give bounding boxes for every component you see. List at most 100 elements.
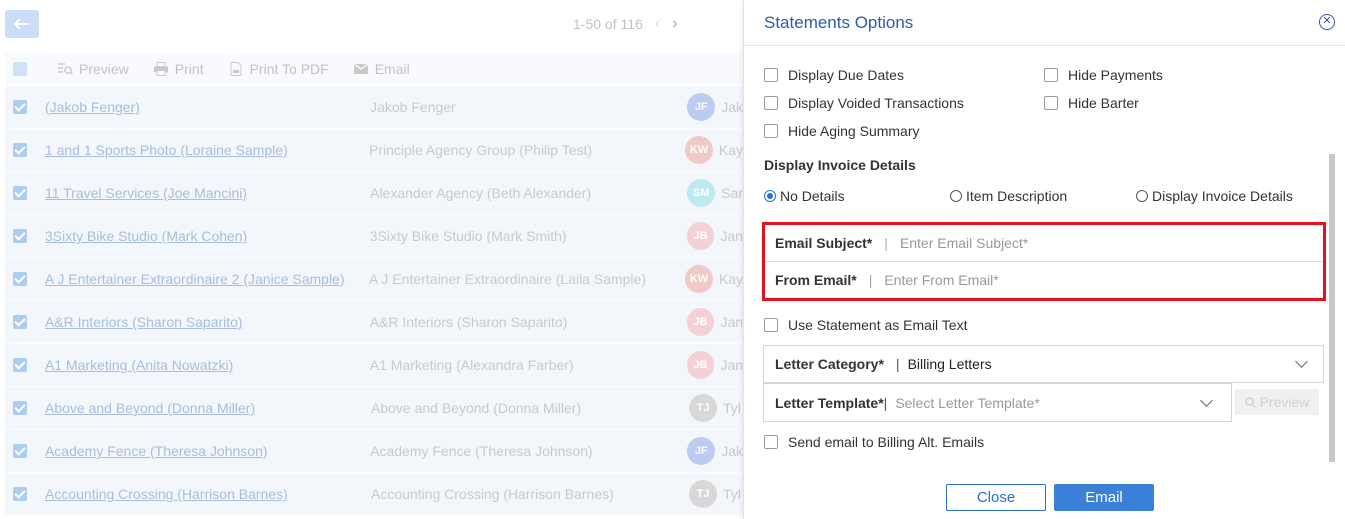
avatar: JF: [687, 93, 716, 121]
hide-barter-option[interactable]: Hide Barter: [1044, 95, 1139, 111]
customer-link[interactable]: Accounting Crossing (Harrison Barnes): [45, 486, 371, 502]
close-icon[interactable]: ✕: [1319, 14, 1335, 30]
rep-name: Sar: [721, 185, 743, 201]
from-email-input[interactable]: Enter From Email*: [884, 272, 998, 288]
hide-payments-checkbox[interactable]: [1044, 68, 1058, 82]
table-row[interactable]: 1 and 1 Sports Photo (Loraine Sample) Pri…: [5, 129, 743, 172]
chevron-down-icon[interactable]: [1200, 394, 1213, 407]
print-pdf-action[interactable]: Print To PDF: [228, 61, 329, 77]
template-preview-button[interactable]: Preview: [1235, 389, 1319, 415]
billing-alt-option[interactable]: Send email to Billing Alt. Emails: [764, 434, 984, 450]
table-row[interactable]: A1 Marketing (Anita Nowatzki) A1 Marketin…: [5, 344, 743, 387]
row-checkbox[interactable]: [13, 229, 27, 243]
field-separator: |: [895, 356, 900, 372]
row-checkbox[interactable]: [13, 315, 27, 329]
preview-action[interactable]: Preview: [57, 61, 129, 77]
rep-name: Jan: [720, 357, 744, 373]
billing-alt-checkbox[interactable]: [764, 435, 778, 449]
use-statement-checkbox[interactable]: [764, 318, 778, 332]
customer-link[interactable]: A&R Interiors (Sharon Saparito): [45, 314, 370, 330]
agency-name: A&R Interiors (Sharon Saparito): [369, 314, 568, 330]
billing-alt-label: Send email to Billing Alt. Emails: [788, 434, 985, 450]
avatar: TJ: [689, 480, 717, 508]
rep-name: Tyl: [723, 400, 741, 416]
row-checkbox[interactable]: [13, 487, 27, 501]
back-button[interactable]: [5, 10, 39, 38]
customer-link[interactable]: (Jakob Fenger): [45, 99, 370, 115]
display-invoice-details-radio-option[interactable]: Display Invoice Details: [1136, 188, 1293, 204]
display-due-dates-option[interactable]: Display Due Dates: [764, 67, 904, 83]
email-action[interactable]: Email: [353, 61, 410, 77]
agency-name: Principle Agency Group (Philip Test): [368, 142, 593, 158]
row-checkbox[interactable]: [13, 143, 27, 157]
table-row[interactable]: (Jakob Fenger) Jakob Fenger JF Jak: [5, 86, 743, 129]
customer-link[interactable]: A J Entertainer Extraordinaire 2 (Janice…: [45, 271, 369, 287]
panel-scrollbar[interactable]: [1329, 154, 1335, 462]
email-subject-field[interactable]: Email Subject* | Enter Email Subject*: [775, 235, 1028, 251]
table-row[interactable]: Accounting Crossing (Harrison Barnes) Acc…: [5, 473, 743, 516]
from-email-field[interactable]: From Email* | Enter From Email*: [775, 272, 999, 288]
agency-name: A1 Marketing (Alexandra Farber): [369, 357, 574, 373]
customer-link[interactable]: Academy Fence (Theresa Johnson): [45, 443, 370, 459]
customer-link[interactable]: A1 Marketing (Anita Nowatzki): [45, 357, 370, 373]
display-invoice-details-label: Display Invoice Details: [1152, 188, 1293, 204]
no-details-radio-option[interactable]: No Details: [764, 188, 845, 204]
item-description-radio[interactable]: [950, 190, 962, 202]
pdf-file-icon: [230, 61, 242, 76]
letter-template-select[interactable]: Letter Template* | Select Letter Templat…: [763, 383, 1232, 422]
app-root: 1-50 of 116 ‹ › Preview Print Print To P…: [0, 0, 1345, 519]
email-button[interactable]: Email: [1054, 484, 1154, 511]
letter-template-placeholder: Select Letter Template*: [895, 394, 1040, 411]
use-statement-label: Use Statement as Email Text: [788, 317, 968, 333]
prev-page-icon[interactable]: ‹: [655, 15, 660, 33]
row-checkbox[interactable]: [13, 100, 27, 114]
select-all-checkbox[interactable]: [13, 61, 27, 76]
avatar: JF: [687, 437, 716, 465]
customer-link[interactable]: 3Sixty Bike Studio (Mark Cohen): [45, 228, 370, 244]
agency-name: Alexander Agency (Beth Alexander): [370, 185, 592, 201]
display-invoice-details-radio[interactable]: [1136, 190, 1148, 202]
field-divider: [765, 261, 1323, 262]
hide-aging-checkbox[interactable]: [764, 124, 778, 138]
table-row[interactable]: A J Entertainer Extraordinaire 2 (Janice…: [5, 258, 743, 301]
row-checkbox[interactable]: [13, 401, 27, 415]
row-checkbox[interactable]: [13, 444, 27, 458]
customer-link[interactable]: 1 and 1 Sports Photo (Loraine Sample): [45, 142, 369, 158]
hide-aging-option[interactable]: Hide Aging Summary: [764, 123, 920, 139]
hide-barter-checkbox[interactable]: [1044, 96, 1058, 110]
avatar: TJ: [689, 394, 717, 422]
table-row[interactable]: Above and Beyond (Donna Miller) Above and…: [5, 387, 743, 430]
chevron-down-icon[interactable]: [1295, 355, 1308, 368]
panel-title: Statements Options: [764, 12, 914, 32]
print-action[interactable]: Print: [153, 61, 204, 77]
letter-category-label: Letter Category*: [775, 356, 884, 372]
table-row[interactable]: 3Sixty Bike Studio (Mark Cohen) 3Sixty Bi…: [5, 215, 743, 258]
no-details-radio[interactable]: [764, 190, 776, 202]
avatar: KW: [685, 136, 713, 164]
display-due-dates-checkbox[interactable]: [764, 68, 778, 82]
row-checkbox[interactable]: [13, 186, 27, 200]
use-statement-option[interactable]: Use Statement as Email Text: [764, 317, 967, 333]
item-description-radio-option[interactable]: Item Description: [950, 188, 1067, 204]
rep-name: Kay: [718, 142, 744, 158]
hide-payments-option[interactable]: Hide Payments: [1044, 67, 1163, 83]
display-voided-checkbox[interactable]: [764, 96, 778, 110]
table-row[interactable]: 11 Travel Services (Joe Mancini) Alexande…: [5, 172, 743, 215]
print-pdf-label: Print To PDF: [249, 60, 329, 77]
customer-link[interactable]: 11 Travel Services (Joe Mancini): [45, 185, 370, 201]
table-row[interactable]: A&R Interiors (Sharon Saparito) A&R Inter…: [5, 301, 743, 344]
letter-category-select[interactable]: Letter Category* | Billing Letters: [763, 345, 1324, 383]
hide-barter-label: Hide Barter: [1068, 95, 1139, 111]
table-row[interactable]: Academy Fence (Theresa Johnson) Academy F…: [5, 430, 743, 473]
letter-template-label: Letter Template*: [775, 394, 884, 411]
list-toolbar: Preview Print Print To PDF Email: [5, 52, 743, 85]
next-page-icon[interactable]: ›: [672, 15, 677, 33]
customer-link[interactable]: Above and Beyond (Donna Miller): [45, 400, 371, 416]
row-checkbox[interactable]: [13, 272, 27, 286]
hide-payments-label: Hide Payments: [1068, 67, 1163, 83]
email-subject-input[interactable]: Enter Email Subject*: [900, 235, 1028, 251]
close-button[interactable]: Close: [946, 484, 1046, 511]
row-checkbox[interactable]: [13, 358, 27, 372]
envelope-icon: [353, 63, 369, 74]
display-voided-option[interactable]: Display Voided Transactions: [764, 95, 964, 111]
